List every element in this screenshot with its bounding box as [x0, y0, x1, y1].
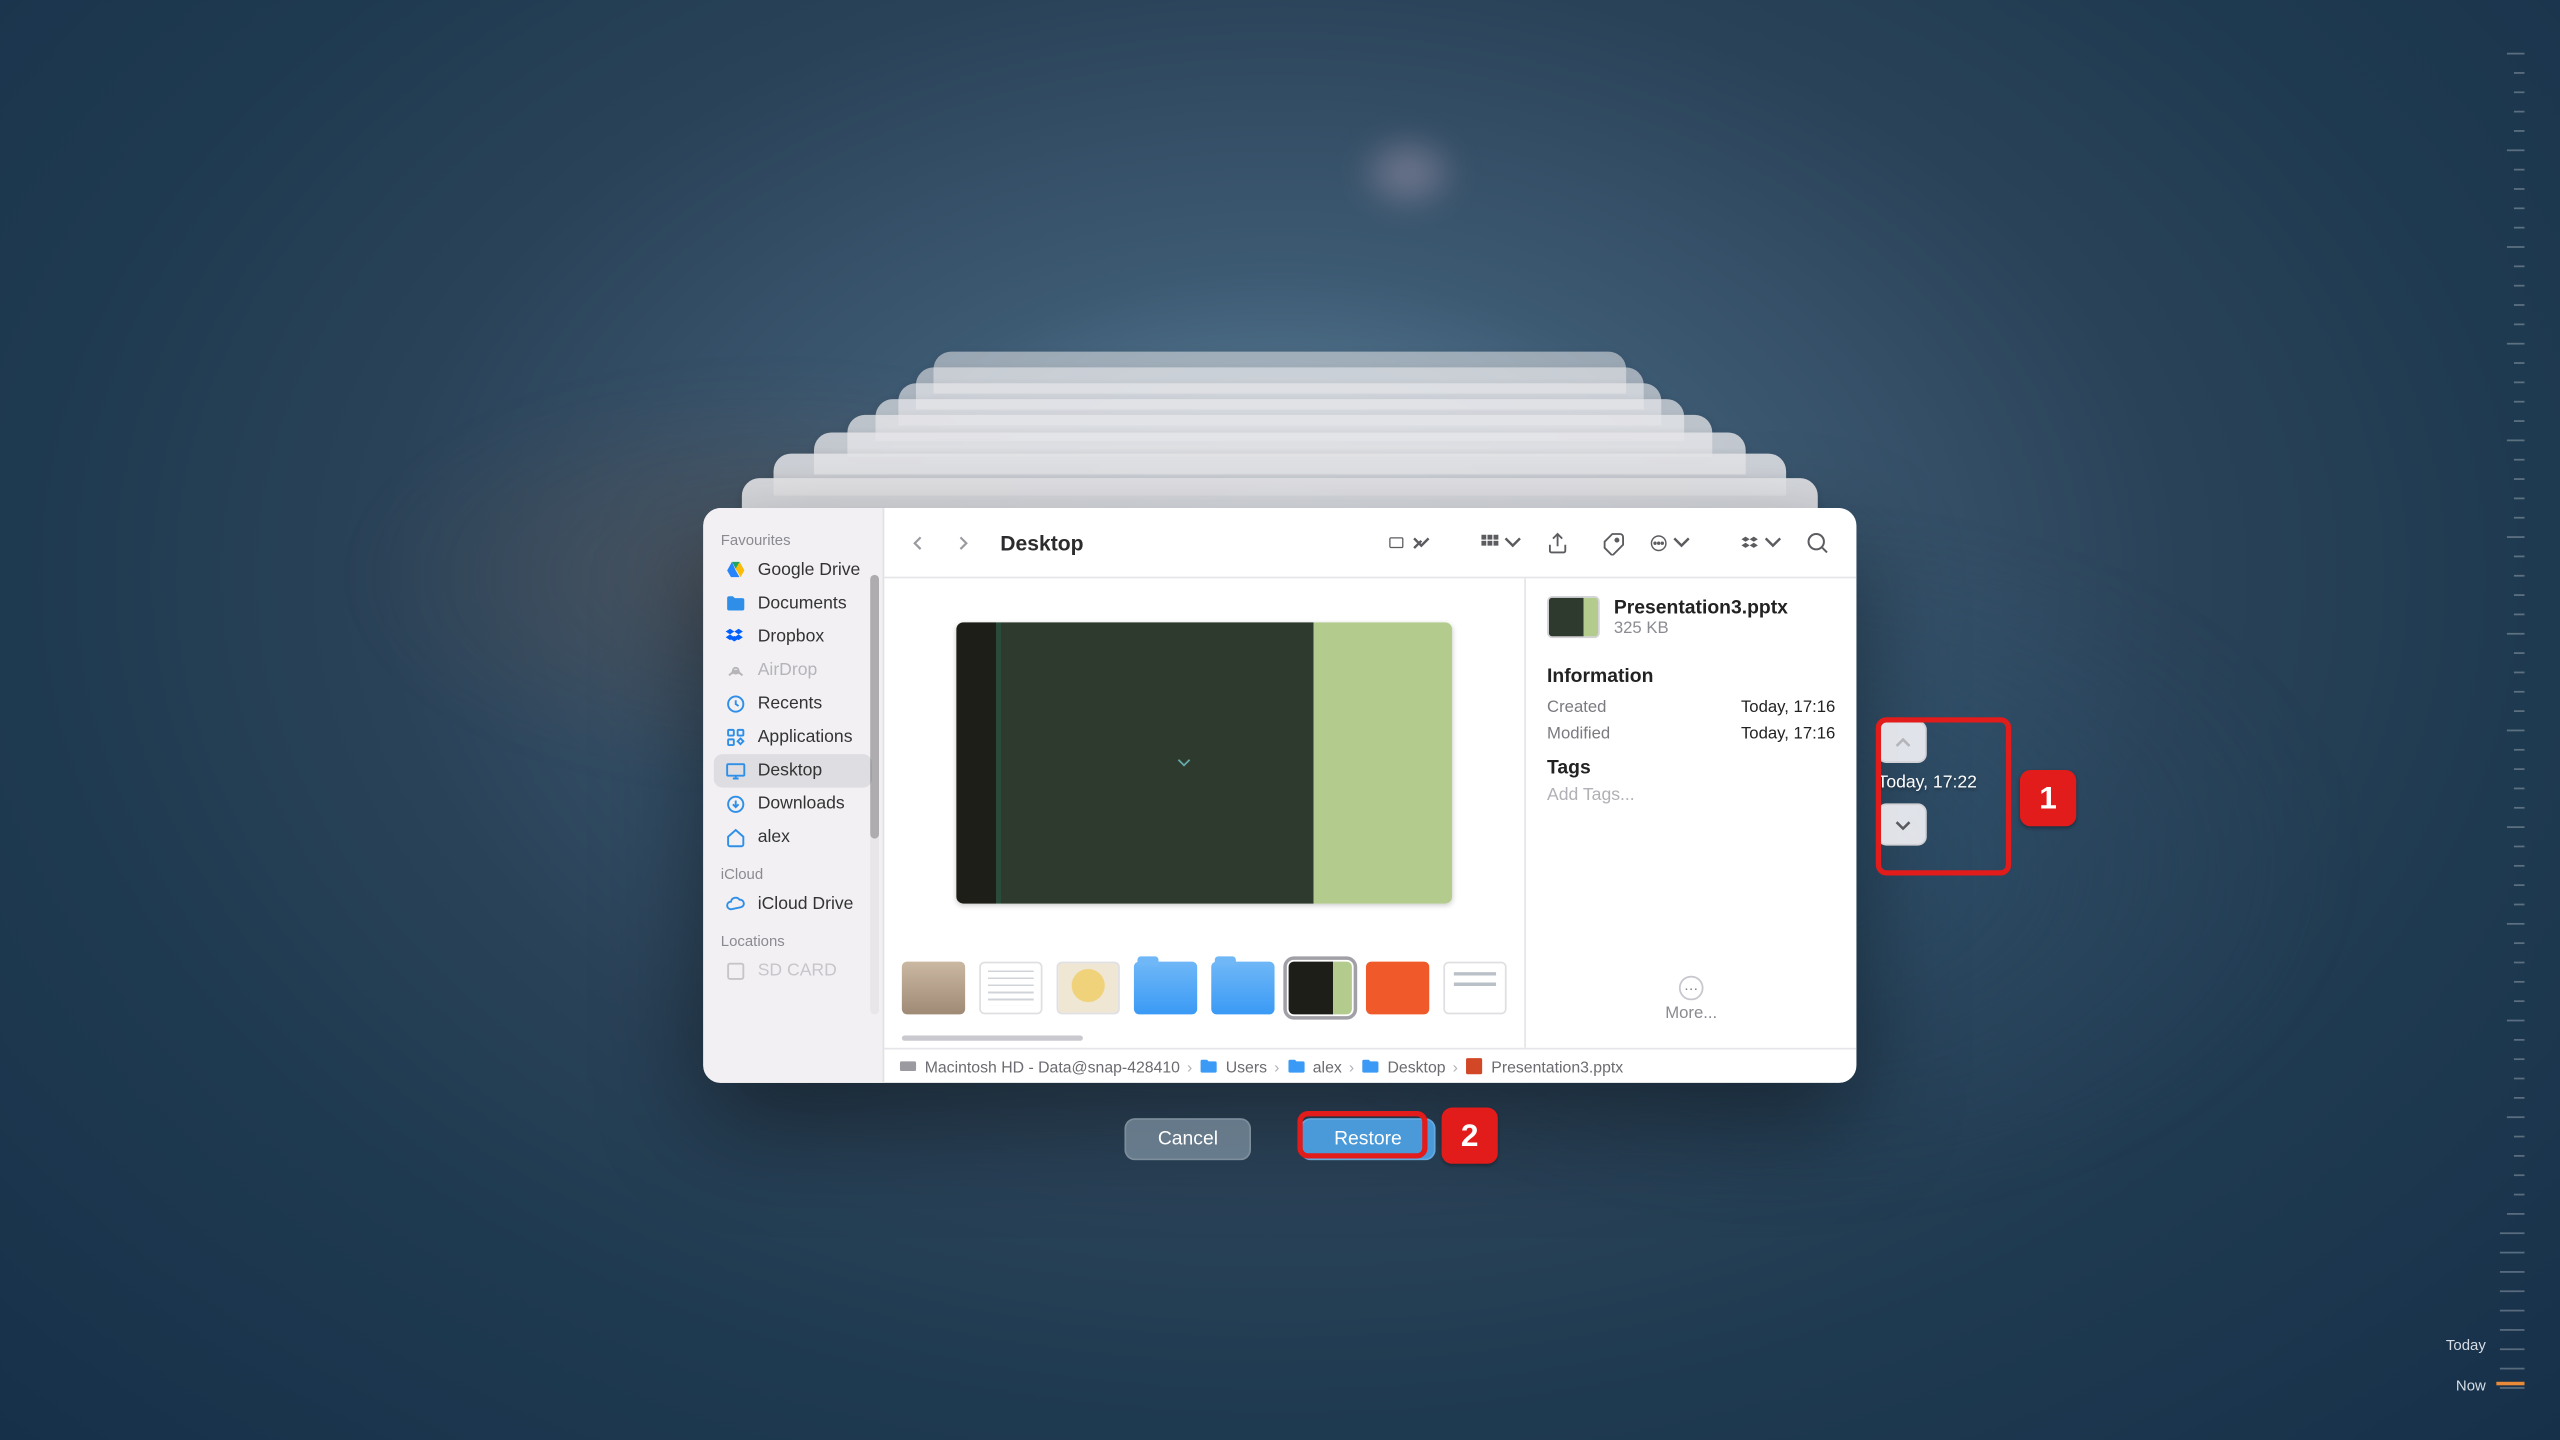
sidebar-item-label: Documents — [758, 594, 847, 613]
sidebar-item-downloads[interactable]: Downloads — [714, 788, 872, 821]
folder-icon — [1286, 1057, 1305, 1076]
file-preview[interactable] — [956, 621, 1452, 902]
modified-value: Today, 17:16 — [1741, 724, 1835, 743]
path-bar[interactable]: Macintosh HD - Data@snap-428410› Users› … — [884, 1048, 1856, 1083]
folder-icon — [1199, 1057, 1218, 1076]
thumb-item[interactable] — [1134, 962, 1197, 1015]
file-size: 325 KB — [1614, 618, 1788, 637]
sidebar-header-icloud: iCloud — [721, 865, 865, 883]
time-machine-timeline[interactable]: Today Now — [2482, 0, 2535, 1435]
cancel-button[interactable]: Cancel — [1124, 1118, 1251, 1160]
thumb-item[interactable] — [1057, 962, 1120, 1015]
disk-icon — [724, 960, 747, 983]
sidebar-item-label: Dropbox — [758, 628, 824, 647]
apps-icon — [724, 726, 747, 749]
sidebar-item-airdrop[interactable]: AirDrop — [714, 654, 872, 687]
thumb-item[interactable] — [1443, 962, 1506, 1015]
action-menu-button[interactable] — [1649, 525, 1691, 560]
finder-main: Desktop — [884, 508, 1856, 1083]
sidebar-item-sdcard[interactable]: SD CARD — [714, 955, 872, 988]
modified-label: Modified — [1547, 724, 1610, 743]
share-button[interactable] — [1536, 525, 1578, 560]
gallery-view — [884, 578, 1526, 1047]
disk-icon — [898, 1057, 917, 1076]
tag-button[interactable] — [1593, 525, 1635, 560]
forward-button[interactable] — [948, 527, 980, 559]
home-icon — [724, 826, 747, 849]
snapshot-timestamp: Today, 17:22 — [1878, 774, 1977, 793]
info-pane: Presentation3.pptx 325 KB Information Cr… — [1526, 578, 1857, 1047]
created-label: Created — [1547, 698, 1606, 717]
finder-window: Favourites Google Drive Documents Dropbo… — [703, 508, 1856, 1083]
desktop-icon — [724, 759, 747, 782]
sidebar-item-home[interactable]: alex — [714, 821, 872, 854]
sidebar-item-google-drive[interactable]: Google Drive — [714, 554, 872, 587]
tags-section-title: Tags — [1547, 758, 1835, 779]
folder-icon — [724, 592, 747, 615]
snapshot-prev-button[interactable] — [1878, 721, 1927, 763]
back-button[interactable] — [902, 527, 934, 559]
dropbox-toolbar-icon[interactable] — [1740, 525, 1782, 560]
created-value: Today, 17:16 — [1741, 698, 1835, 717]
view-mode-button[interactable] — [1389, 525, 1431, 560]
time-machine-nav: Today, 17:22 — [1878, 721, 2012, 846]
timeline-label-now: Now — [2456, 1377, 2486, 1395]
more-icon: ⋯ — [1679, 976, 1704, 1001]
page-title: Desktop — [1000, 530, 1083, 555]
sidebar-item-label: Downloads — [758, 795, 845, 814]
snapshot-next-button[interactable] — [1878, 803, 1927, 845]
filmstrip[interactable] — [884, 946, 1524, 1030]
folder-icon — [1361, 1057, 1380, 1076]
sidebar-item-documents[interactable]: Documents — [714, 587, 872, 620]
sidebar-item-desktop[interactable]: Desktop — [714, 754, 872, 787]
file-name: Presentation3.pptx — [1614, 597, 1788, 618]
sidebar-item-recents[interactable]: Recents — [714, 687, 872, 720]
downloads-icon — [724, 793, 747, 816]
sidebar: Favourites Google Drive Documents Dropbo… — [703, 508, 884, 1083]
path-segment[interactable]: Users — [1226, 1057, 1267, 1075]
thumb-item[interactable] — [902, 962, 965, 1015]
sidebar-item-label: SD CARD — [758, 962, 837, 981]
sidebar-item-label: Applications — [758, 728, 853, 747]
airdrop-icon — [724, 659, 747, 682]
clock-icon — [724, 693, 747, 716]
more-button[interactable]: ⋯ More... — [1547, 976, 1835, 1030]
sidebar-scrollbar[interactable] — [870, 575, 879, 1015]
sidebar-item-icloud-drive[interactable]: iCloud Drive — [714, 888, 872, 921]
sidebar-item-applications[interactable]: Applications — [714, 721, 872, 754]
search-button[interactable] — [1797, 525, 1839, 560]
file-thumbnail-icon — [1547, 596, 1600, 638]
path-segment[interactable]: Presentation3.pptx — [1491, 1057, 1623, 1075]
dropbox-icon — [724, 626, 747, 649]
thumb-item[interactable] — [1366, 962, 1429, 1015]
sidebar-item-label: Desktop — [758, 761, 822, 780]
annotation-badge-2: 2 — [1442, 1108, 1498, 1164]
timeline-label-today: Today — [2446, 1336, 2486, 1354]
filmstrip-scrollbar[interactable] — [902, 1030, 1507, 1044]
add-tags-field[interactable]: Add Tags... — [1547, 786, 1835, 805]
annotation-badge-1: 1 — [2020, 770, 2076, 826]
sidebar-header-favourites: Favourites — [721, 531, 865, 549]
cloud-icon — [724, 893, 747, 916]
thumb-item[interactable] — [979, 962, 1042, 1015]
sidebar-header-locations: Locations — [721, 932, 865, 950]
gdrive-icon — [724, 559, 747, 582]
path-segment[interactable]: Macintosh HD - Data@snap-428410 — [925, 1057, 1180, 1075]
sidebar-item-label: iCloud Drive — [758, 895, 854, 914]
path-segment[interactable]: Desktop — [1388, 1057, 1446, 1075]
path-segment[interactable]: alex — [1313, 1057, 1342, 1075]
sidebar-item-label: Recents — [758, 694, 822, 713]
thumb-item-selected[interactable] — [1289, 962, 1352, 1015]
action-buttons: Cancel Restore — [1124, 1118, 1435, 1160]
thumb-item[interactable] — [1211, 962, 1274, 1015]
info-section-title: Information — [1547, 666, 1835, 687]
sidebar-item-label: Google Drive — [758, 561, 861, 580]
toolbar: Desktop — [884, 508, 1856, 578]
restore-button[interactable]: Restore — [1301, 1118, 1436, 1160]
sidebar-item-dropbox[interactable]: Dropbox — [714, 621, 872, 654]
group-button[interactable] — [1480, 525, 1522, 560]
ppt-icon — [1465, 1057, 1484, 1076]
sidebar-item-label: alex — [758, 828, 790, 847]
sidebar-item-label: AirDrop — [758, 661, 818, 680]
